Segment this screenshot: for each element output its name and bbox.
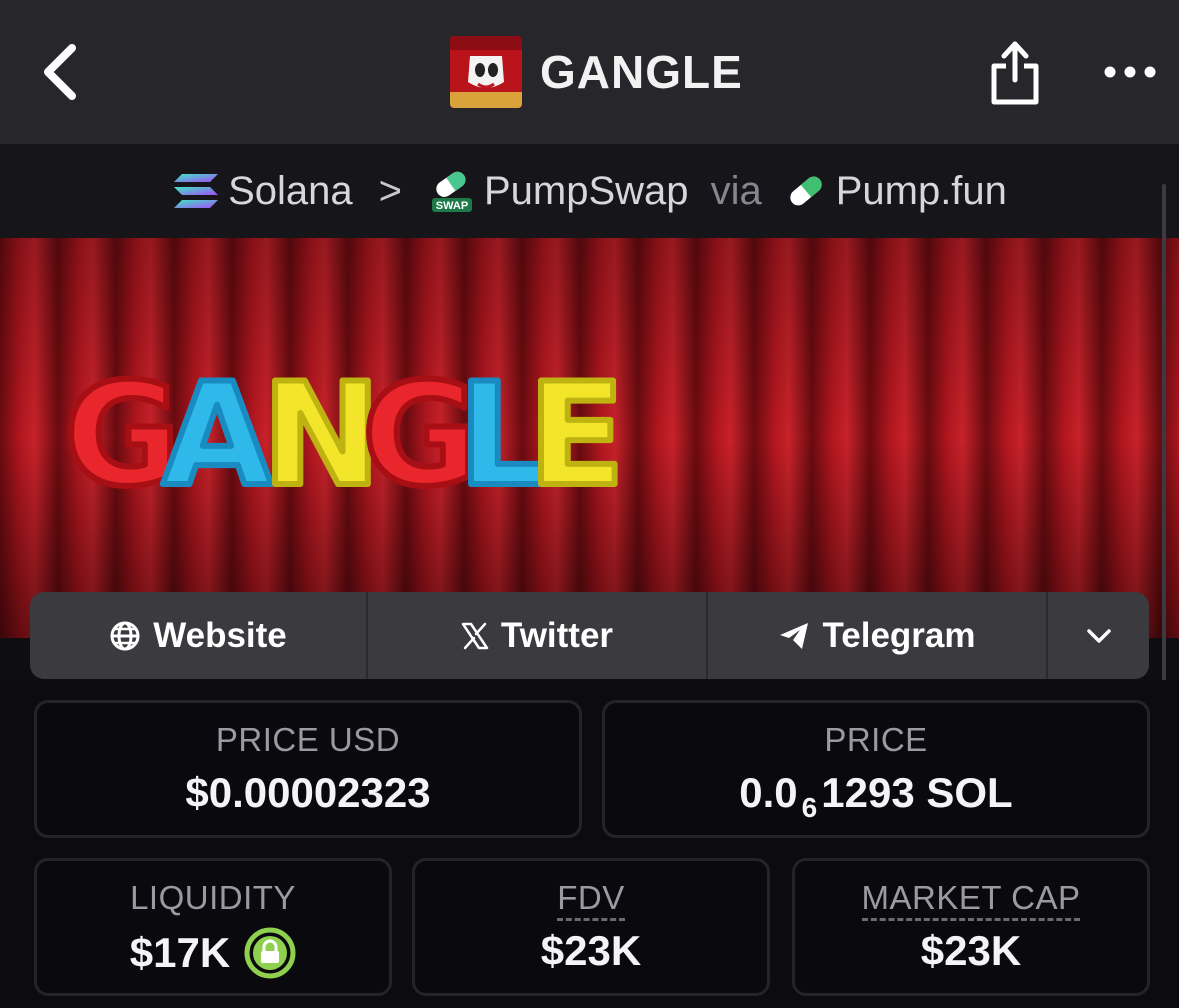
website-link-label: Website — [153, 615, 287, 655]
fdv-card[interactable]: FDV $23K — [412, 858, 770, 996]
telegram-link[interactable]: Telegram — [708, 592, 1048, 679]
price-sol-value: 0.0 61293 SOL — [605, 769, 1147, 824]
market-cap-card[interactable]: MARKET CAP $23K — [792, 858, 1150, 996]
breadcrumb-dex-label: PumpSwap — [484, 168, 689, 213]
pill-icon — [790, 176, 822, 206]
price-sol-label: PRICE — [824, 721, 928, 758]
top-navigation-bar: GANGLE — [0, 0, 1179, 144]
price-usd-value: $0.00002323 — [185, 769, 431, 816]
breadcrumb-launchpad-label: Pump.fun — [835, 168, 1007, 213]
pumpswap-icon: SWAP — [432, 171, 472, 212]
svg-text:A: A — [162, 353, 272, 518]
website-link[interactable]: Website — [30, 592, 368, 679]
price-usd-label: PRICE USD — [215, 721, 401, 758]
page-title: GANGLE — [540, 46, 743, 98]
banner-title: G A N G L E — [61, 350, 628, 521]
liquidity-value: $17K — [129, 929, 231, 976]
expand-links-button[interactable] — [1048, 592, 1149, 679]
market-cap-label: MARKET CAP — [795, 879, 1147, 921]
breadcrumb-via: via — [710, 168, 762, 213]
twitter-link[interactable]: Twitter — [368, 592, 708, 679]
twitter-link-label: Twitter — [500, 615, 614, 655]
fdv-label: FDV — [415, 879, 767, 921]
token-banner-image: G A N G L E — [0, 238, 1179, 638]
breadcrumb-separator: > — [378, 168, 402, 213]
telegram-plane-icon — [780, 622, 809, 649]
liquidity-card: LIQUIDITY $17K — [34, 858, 392, 996]
lock-icon[interactable] — [244, 927, 296, 979]
breadcrumb-launchpad[interactable]: Pump.fun — [784, 169, 1007, 214]
breadcrumb-dex[interactable]: SWAP PumpSwap — [428, 168, 689, 214]
solana-icon — [174, 174, 219, 208]
price-sol-zero-count: 6 — [801, 792, 818, 823]
price-sol-suffix: 1293 SOL — [821, 769, 1013, 816]
token-title-group: GANGLE — [450, 36, 743, 108]
globe-icon — [110, 621, 140, 650]
swap-badge-text: SWAP — [436, 200, 468, 212]
more-dots-icon[interactable] — [1100, 58, 1160, 86]
price-sol-card: PRICE 0.0 61293 SOL — [602, 700, 1150, 838]
breadcrumb-chain[interactable]: Solana — [172, 169, 353, 214]
x-logo-icon — [461, 622, 489, 649]
price-usd-card: PRICE USD $0.00002323 — [34, 700, 582, 838]
liquidity-value-row: $17K — [37, 927, 389, 979]
share-icon[interactable] — [986, 36, 1044, 108]
liquidity-label: LIQUIDITY — [130, 879, 296, 916]
chevron-down-icon — [1086, 628, 1111, 643]
fdv-value: $23K — [540, 927, 642, 974]
telegram-link-label: Telegram — [822, 615, 976, 655]
breadcrumb: Solana > SWAP PumpSwap via Pump.fun — [0, 144, 1179, 238]
chevron-left-icon[interactable] — [40, 42, 84, 102]
social-links-bar: Website Twitter Telegram — [30, 592, 1149, 679]
token-logo — [450, 36, 522, 108]
svg-text:E: E — [528, 353, 625, 518]
market-cap-value: $23K — [920, 927, 1022, 974]
breadcrumb-chain-label: Solana — [228, 168, 353, 213]
scrollbar[interactable] — [1162, 184, 1166, 690]
price-sol-prefix: 0.0 — [739, 769, 798, 816]
